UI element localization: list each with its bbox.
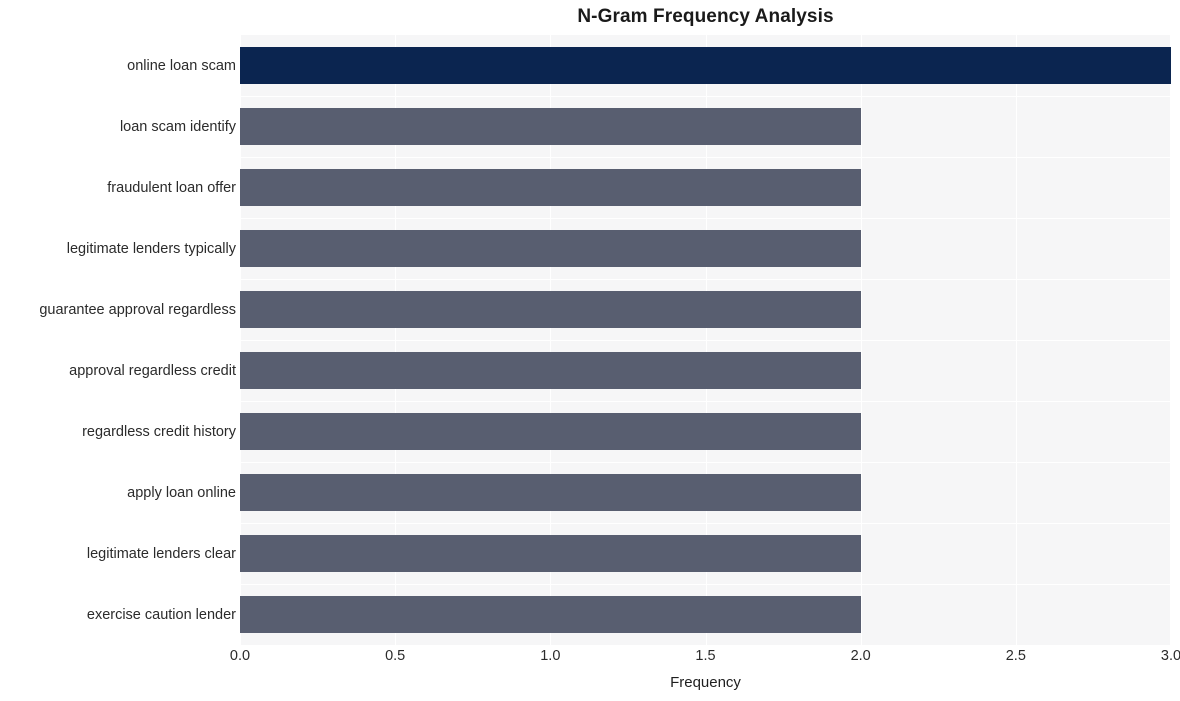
bars-layer bbox=[240, 35, 1171, 645]
y-axis-tick-label: guarantee approval regardless bbox=[39, 301, 236, 318]
x-axis-tick-label: 0.0 bbox=[229, 648, 251, 664]
y-axis-tick-label: apply loan online bbox=[127, 484, 236, 501]
x-axis-tick-label: 2.0 bbox=[850, 648, 871, 664]
x-axis-tick-label: 3.0 bbox=[1160, 648, 1180, 664]
x-axis-title: Frequency bbox=[670, 674, 741, 691]
y-axis-tick-labels: online loan scam loan scam identify fraudu… bbox=[0, 35, 236, 645]
bar[interactable] bbox=[240, 595, 861, 634]
x-axis-tick-label: 1.0 bbox=[540, 648, 561, 664]
y-axis-tick-label: legitimate lenders typically bbox=[66, 240, 236, 257]
chart-figure: N-Gram Frequency Analysis online loan sc… bbox=[0, 0, 1180, 701]
bar[interactable] bbox=[240, 168, 861, 207]
bar[interactable] bbox=[240, 46, 1171, 85]
y-axis-tick-label: regardless credit history bbox=[82, 423, 236, 440]
bar[interactable] bbox=[240, 290, 861, 329]
y-axis-tick-label: loan scam identify bbox=[119, 118, 236, 135]
bar[interactable] bbox=[240, 229, 861, 268]
bar[interactable] bbox=[240, 107, 861, 146]
bar[interactable] bbox=[240, 534, 861, 573]
y-axis-tick-label: fraudulent loan offer bbox=[107, 179, 236, 196]
chart-title: N-Gram Frequency Analysis bbox=[577, 6, 834, 27]
y-axis-tick-label: legitimate lenders clear bbox=[86, 545, 236, 562]
y-axis-tick-label: approval regardless credit bbox=[69, 362, 236, 379]
bar[interactable] bbox=[240, 351, 861, 390]
x-axis-tick-label: 0.5 bbox=[385, 648, 406, 664]
bar[interactable] bbox=[240, 473, 861, 512]
bar[interactable] bbox=[240, 412, 861, 451]
y-axis-tick-label: exercise caution lender bbox=[86, 606, 236, 623]
x-axis-tick-label: 2.5 bbox=[1005, 648, 1026, 664]
x-axis-tick-label: 1.5 bbox=[695, 648, 716, 664]
x-axis-tick-labels: 0.0 0.5 1.0 1.5 2.0 2.5 3.0 bbox=[230, 648, 1180, 670]
y-axis-tick-label: online loan scam bbox=[127, 57, 236, 74]
plot-area bbox=[240, 35, 1171, 645]
